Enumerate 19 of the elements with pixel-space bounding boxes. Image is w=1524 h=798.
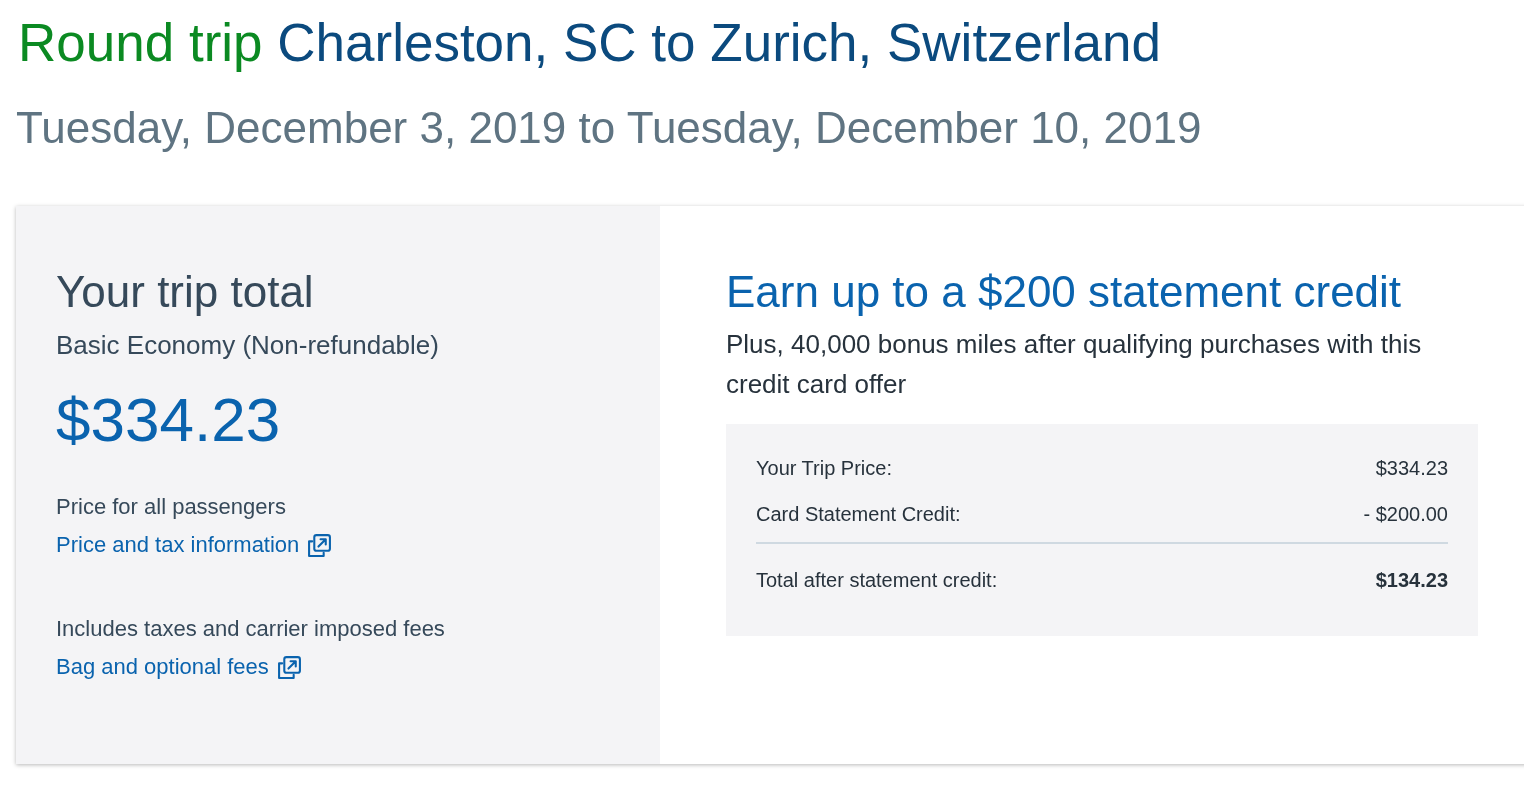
price-note: Price for all passengers <box>56 493 287 521</box>
summary-label: Total after statement credit: <box>756 568 998 593</box>
info-link[interactable]: Bag and optional fees <box>56 652 302 682</box>
summary-value: $334.23 <box>1375 456 1448 481</box>
offer-description: Plus, 40,000 bonus miles after qualifying purchases with this credit card offer <box>726 328 1423 401</box>
total-price: $334.23 <box>56 384 282 456</box>
offer-heading: Earn up to a $200 statement credit <box>726 266 1403 318</box>
info-link[interactable]: Price and tax information <box>56 530 333 560</box>
price-note: Includes taxes and carrier imposed fees <box>56 615 446 643</box>
trip-total-heading: Your trip total <box>56 266 315 318</box>
summary-label: Card Statement Credit: <box>756 502 961 527</box>
summary-value: $134.23 <box>1375 568 1448 593</box>
trip-dates: Tuesday, December 3, 2019 to Tuesday, December 10, 2019 <box>16 102 1203 154</box>
external-link-icon <box>276 654 302 680</box>
summary-value: - $200.00 <box>1363 502 1448 527</box>
external-link-icon <box>307 532 333 558</box>
fare-type: Basic Economy (Non-refundable) <box>56 330 440 360</box>
summary-label: Your Trip Price: <box>756 456 892 481</box>
page-title: Round trip Charleston, SC to Zurich, Switzerland <box>18 12 1162 74</box>
